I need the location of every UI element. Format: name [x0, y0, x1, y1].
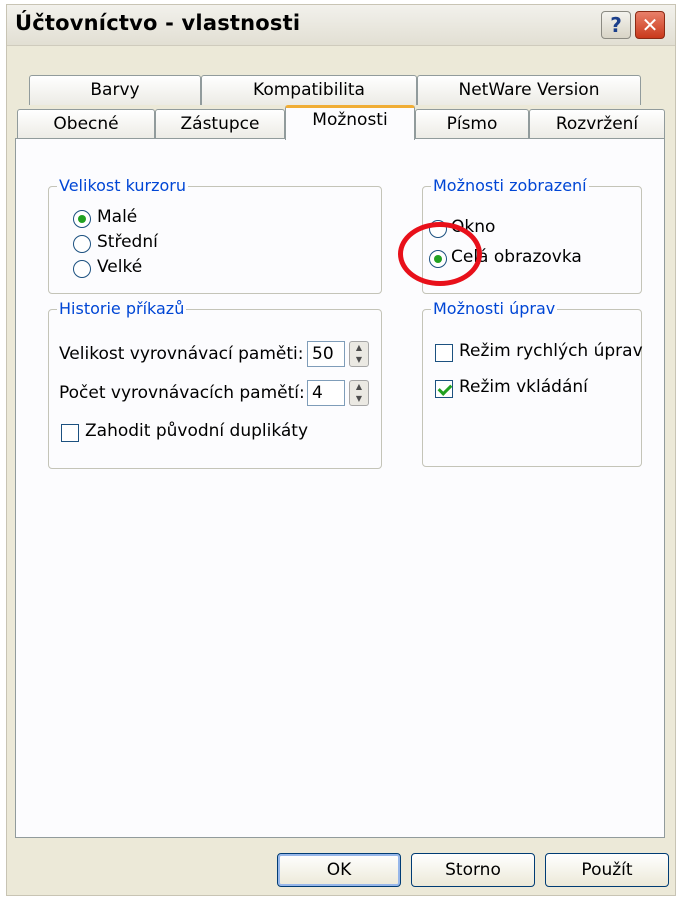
cursor-medium-label[interactable]: Střední [97, 232, 158, 252]
cursor-large-radio[interactable] [73, 260, 91, 278]
spin-up-icon[interactable]: ▲ [350, 342, 368, 354]
edit-options-title: Možnosti úprav [431, 299, 558, 318]
buffer-size-spinner[interactable]: ▲ ▼ [349, 341, 369, 367]
window-title: Účtovníctvo - vlastnosti [15, 11, 301, 35]
cursor-small-radio[interactable] [73, 210, 91, 228]
buffer-count-spinner[interactable]: ▲ ▼ [349, 380, 369, 406]
spin-down-icon[interactable]: ▼ [350, 354, 368, 366]
buffer-size-label: Velikost vyrovnávací paměti: [59, 344, 304, 364]
cancel-button[interactable]: Storno [411, 853, 535, 887]
tab-pismo[interactable]: Písmo [415, 109, 529, 139]
tab-netware-version[interactable]: NetWare Version [417, 75, 641, 105]
tab-rozvrzeni[interactable]: Rozvržení [529, 109, 665, 139]
tab-obecne[interactable]: Obecné [17, 109, 155, 139]
buffer-size-input[interactable]: 50 [307, 341, 345, 367]
edit-options-group: Možnosti úprav Režim rychlých úprav Reži… [422, 299, 643, 467]
ok-button[interactable]: OK [277, 853, 401, 887]
discard-duplicates-checkbox[interactable] [61, 424, 79, 442]
options-panel: Velikost kurzoru Malé Střední Velké Možn… [15, 138, 665, 838]
spin-down-icon[interactable]: ▼ [350, 393, 368, 405]
close-button[interactable]: ✕ [635, 11, 665, 39]
buffer-count-label: Počet vyrovnávacích pamětí: [59, 383, 305, 403]
tab-barvy[interactable]: Barvy [29, 75, 201, 105]
tab-moznosti[interactable]: Možnosti [285, 105, 415, 140]
cursor-size-group: Velikost kurzoru Malé Střední Velké [48, 176, 382, 294]
insert-mode-checkbox[interactable] [435, 380, 453, 398]
highlight-circle [398, 222, 482, 286]
quick-edit-label[interactable]: Režim rychlých úprav [459, 341, 643, 361]
buffer-count-input[interactable]: 4 [307, 380, 345, 406]
help-button[interactable]: ? [601, 11, 631, 39]
properties-dialog: Účtovníctvo - vlastnosti ? ✕ Barvy Kompa… [6, 4, 676, 896]
discard-duplicates-label[interactable]: Zahodit původní duplikáty [85, 421, 308, 441]
cursor-size-title: Velikost kurzoru [57, 176, 189, 195]
display-options-title: Možnosti zobrazení [431, 176, 589, 195]
title-bar[interactable]: Účtovníctvo - vlastnosti ? ✕ [7, 5, 675, 46]
cursor-large-label[interactable]: Velké [97, 257, 142, 277]
command-history-title: Historie příkazů [57, 299, 187, 318]
command-history-group: Historie příkazů Velikost vyrovnávací pa… [48, 299, 382, 469]
tab-zastupce[interactable]: Zástupce [155, 109, 285, 139]
tab-kompatibilita[interactable]: Kompatibilita [201, 75, 417, 105]
quick-edit-checkbox[interactable] [435, 344, 453, 362]
insert-mode-label[interactable]: Režim vkládání [459, 377, 588, 397]
cursor-small-label[interactable]: Malé [97, 207, 137, 227]
spin-up-icon[interactable]: ▲ [350, 381, 368, 393]
apply-button[interactable]: Použít [545, 853, 669, 887]
cursor-medium-radio[interactable] [73, 235, 91, 253]
